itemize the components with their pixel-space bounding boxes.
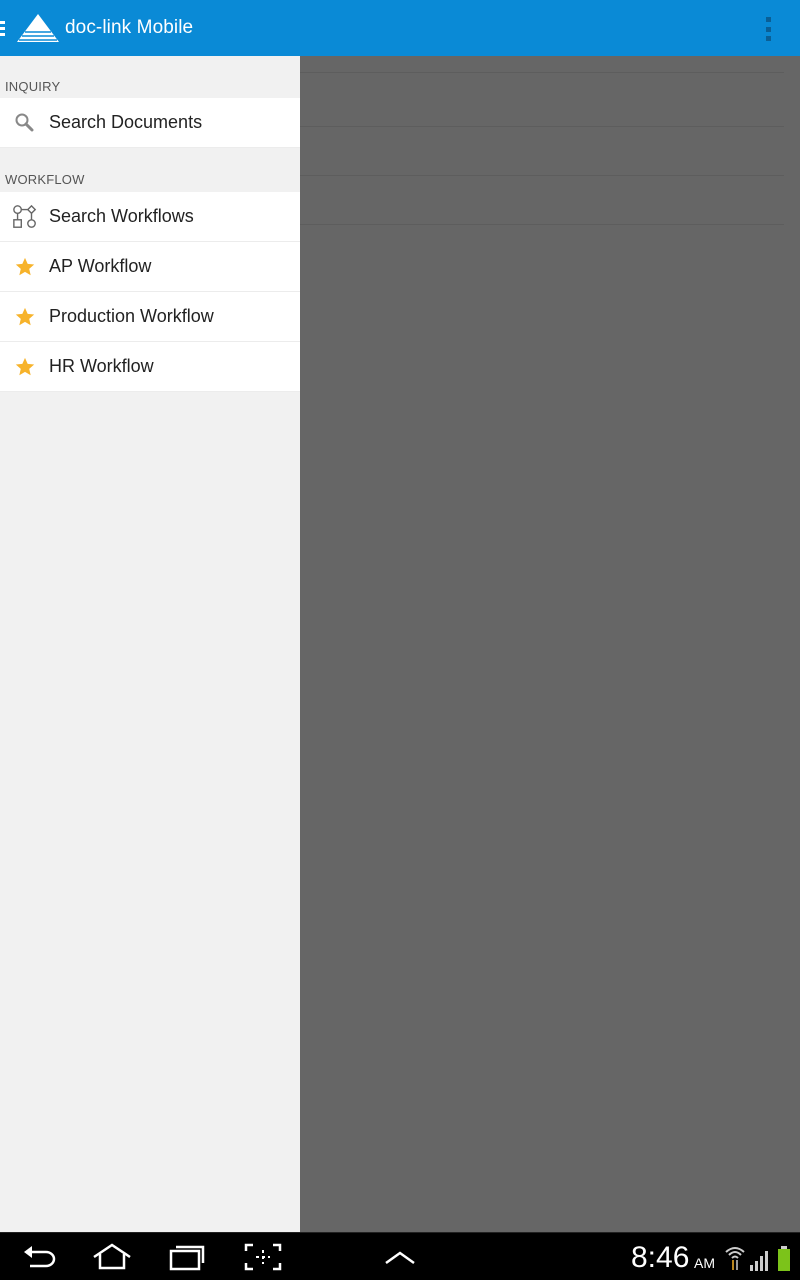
drawer-item-label: Search Documents bbox=[49, 112, 203, 132]
star-icon bbox=[12, 354, 38, 380]
wifi-icon bbox=[725, 1247, 745, 1270]
signal-icon bbox=[750, 1251, 768, 1271]
recent-apps-icon[interactable] bbox=[167, 1243, 207, 1271]
drawer-item-label: HR Workflow bbox=[49, 356, 154, 376]
status-ampm: AM bbox=[694, 1255, 715, 1271]
drawer-item-search-workflows[interactable]: Search Workflows bbox=[0, 192, 300, 242]
home-icon[interactable] bbox=[92, 1243, 132, 1271]
star-icon bbox=[12, 254, 38, 280]
overflow-menu-icon[interactable] bbox=[762, 17, 774, 41]
back-icon[interactable] bbox=[20, 1243, 60, 1271]
section-header-inquiry: INQUIRY bbox=[5, 79, 61, 94]
status-icons bbox=[725, 1246, 790, 1271]
navigation-drawer: INQUIRY Search Documents WORKFLOW Search… bbox=[0, 56, 300, 1232]
star-icon bbox=[12, 304, 38, 330]
status-clock: 8:46 bbox=[631, 1241, 690, 1274]
chevron-up-icon[interactable] bbox=[380, 1243, 420, 1271]
drawer-item-search-documents[interactable]: Search Documents bbox=[0, 98, 300, 148]
app-title: doc-link Mobile bbox=[65, 17, 194, 38]
divider bbox=[300, 175, 784, 176]
drawer-item-ap-workflow[interactable]: AP Workflow bbox=[0, 242, 300, 292]
drawer-item-production-workflow[interactable]: Production Workflow bbox=[0, 292, 300, 342]
divider bbox=[300, 126, 784, 127]
system-bar: 8:46 AM bbox=[0, 1232, 800, 1280]
divider bbox=[300, 224, 784, 225]
drawer-item-label: AP Workflow bbox=[49, 256, 152, 276]
search-icon bbox=[12, 110, 38, 136]
section-header-workflow: WORKFLOW bbox=[5, 172, 85, 187]
screenshot-icon[interactable] bbox=[243, 1243, 283, 1271]
menu-icon[interactable] bbox=[0, 21, 5, 36]
workflow-icon bbox=[12, 204, 38, 230]
drawer-item-hr-workflow[interactable]: HR Workflow bbox=[0, 342, 300, 392]
app-logo-icon bbox=[17, 14, 59, 42]
drawer-item-label: Search Workflows bbox=[49, 206, 194, 226]
drawer-item-label: Production Workflow bbox=[49, 306, 214, 326]
divider bbox=[300, 72, 784, 73]
battery-icon bbox=[778, 1246, 790, 1271]
action-bar: doc-link Mobile bbox=[0, 0, 800, 56]
